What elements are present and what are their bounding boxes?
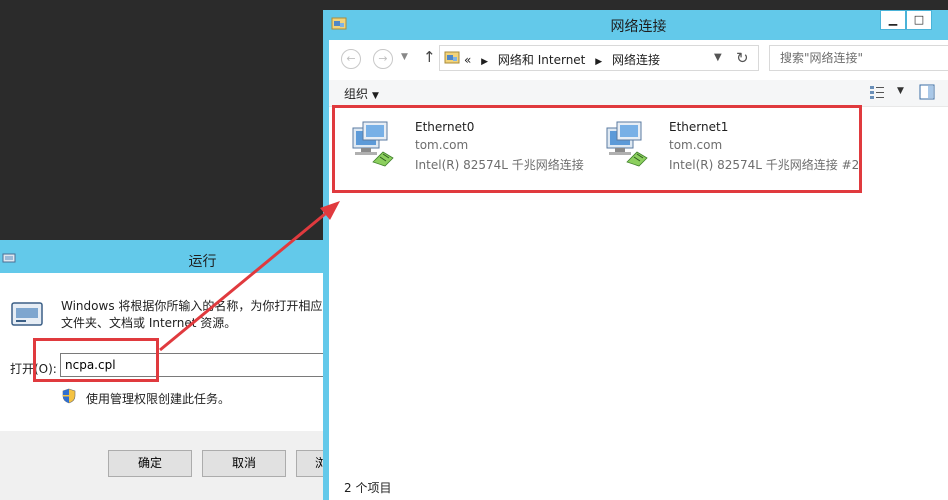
- annotation-arrow-icon: [159, 201, 340, 352]
